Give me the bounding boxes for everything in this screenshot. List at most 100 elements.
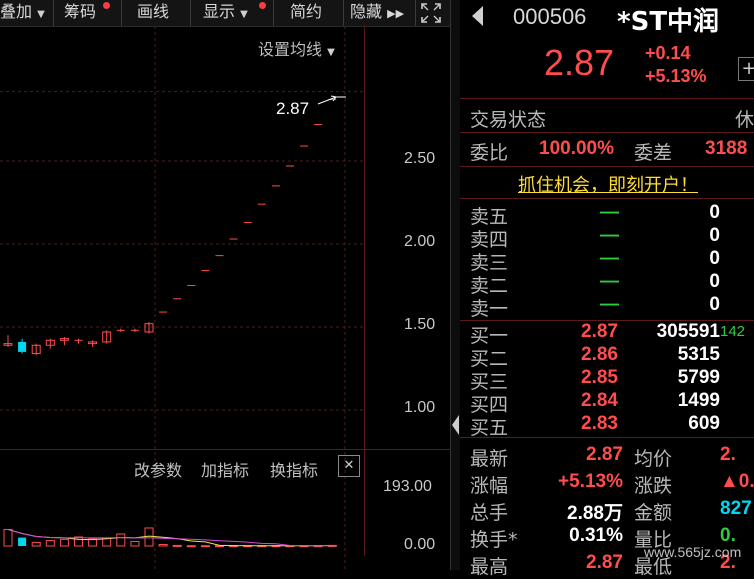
buy-order-row[interactable]: 买一 2.87 305591 142: [460, 321, 754, 347]
volume-bar: [74, 536, 83, 547]
current-price: 2.87: [544, 42, 615, 83]
prev-stock-icon[interactable]: [472, 6, 483, 26]
simple-mode-button[interactable]: 简约: [290, 0, 322, 26]
last-price-arrow-icon: [317, 95, 337, 105]
price-change-pct: +5.13%: [645, 66, 707, 86]
order-price: 2.83: [581, 413, 618, 434]
toolbar-divider: [53, 0, 54, 26]
toolbar-divider: [343, 0, 344, 26]
buy-order-row[interactable]: 买四 2.84 1499: [460, 390, 754, 416]
stat-value: 2.87: [586, 552, 623, 573]
volume-bar: [172, 544, 182, 547]
buy-order-row[interactable]: 买五 2.83 609: [460, 413, 754, 439]
display-label: 显示: [203, 2, 236, 21]
stat-label: 总手: [470, 502, 509, 524]
toolbar-divider: [121, 0, 122, 26]
stat-label: 换手*: [470, 529, 518, 551]
add-indicator-button[interactable]: 加指标: [201, 457, 249, 481]
volume-bar: [45, 540, 55, 547]
order-volume: 0: [709, 271, 720, 292]
trade-status-label: 交易状态: [470, 109, 547, 131]
candles: [3, 99, 337, 356]
volume-bar: [130, 540, 140, 547]
toolbar-divider: [273, 0, 274, 26]
sell-order-row[interactable]: 卖五 —0: [460, 202, 754, 228]
wei-cha-label: 委差: [634, 142, 673, 164]
stock-code: 000506: [513, 4, 587, 29]
order-price: —: [600, 248, 619, 269]
stat-label: 涨幅: [470, 475, 509, 497]
toolbar-divider: [415, 0, 416, 26]
order-level-label: 买五: [470, 417, 509, 439]
y-axis-divider: [364, 26, 365, 556]
hide-button[interactable]: 隐藏 ▶▶: [350, 0, 404, 26]
chart-toolbar: 叠加 ▼ 筹码 画线 显示 ▼ 简约 隐藏 ▶▶: [0, 0, 450, 27]
order-price: 2.86: [581, 344, 618, 365]
change-params-button[interactable]: 改参数: [134, 457, 182, 481]
close-subchart-icon[interactable]: ✕: [338, 455, 360, 477]
volume-bar: [200, 545, 210, 548]
order-price: 2.84: [581, 390, 618, 411]
sell-order-row[interactable]: 卖三 —0: [460, 248, 754, 274]
stat-label: 最高: [470, 556, 509, 578]
order-volume: 5315: [677, 344, 720, 365]
buy-order-row[interactable]: 买三 2.85 5799: [460, 367, 754, 393]
drawline-button[interactable]: 画线: [137, 0, 169, 26]
order-price: —: [600, 271, 619, 292]
y-tick-label: 2.00: [404, 233, 436, 250]
trade-status-value: 休: [735, 109, 754, 131]
stat-value: 827: [720, 498, 752, 519]
stat-row: 涨幅 +5.13% 涨跌 ▲0.: [460, 471, 754, 498]
display-menu[interactable]: 显示 ▼: [203, 0, 248, 26]
order-price: —: [600, 202, 619, 223]
divider: [460, 437, 754, 438]
order-volume: 0: [709, 225, 720, 246]
divider: [460, 132, 754, 133]
volume-bar: [186, 545, 196, 548]
notification-dot-icon: [103, 2, 110, 9]
order-price: —: [600, 294, 619, 315]
volume-bar: [116, 533, 126, 547]
y-tick-label: 2.50: [404, 150, 436, 167]
volume-ma-lines: [7, 528, 333, 547]
stat-value: 2.87: [586, 444, 623, 465]
sell-order-row[interactable]: 卖四 —0: [460, 225, 754, 251]
stat-value: 2.: [720, 444, 736, 465]
y-tick-label: 1.50: [404, 316, 436, 333]
buy-order-row[interactable]: 买二 2.86 5315: [460, 344, 754, 370]
stat-value: 0.31%: [569, 525, 623, 546]
order-level-label: 卖一: [470, 298, 509, 320]
watermark: www.565jz.com: [644, 544, 742, 560]
stat-label: 最新: [470, 448, 509, 470]
gridlines: [0, 26, 364, 570]
order-price: 2.87: [581, 321, 618, 342]
fullscreen-icon[interactable]: [419, 1, 443, 25]
chips-button[interactable]: 筹码: [64, 0, 96, 26]
stock-name: *ST中润: [617, 7, 720, 37]
divider: [460, 98, 754, 99]
volume-bar: [144, 527, 154, 547]
overlay-label: 叠加: [0, 2, 33, 21]
switch-indicator-button[interactable]: 换指标: [270, 457, 318, 481]
sell-order-row[interactable]: 卖一 — 0: [460, 294, 754, 320]
open-account-link[interactable]: 抓住机会，即刻开户！: [518, 171, 698, 197]
simple-label: 简约: [290, 2, 323, 21]
drawline-label: 画线: [137, 2, 170, 21]
volume-tick-label: 193.00: [383, 478, 432, 495]
sell-order-row[interactable]: 卖二 —0: [460, 271, 754, 297]
caret-down-icon: ▼: [240, 9, 248, 20]
quote-panel: 000506 *ST中润 2.87 +0.14 +5.13% + 交易状态 休 …: [460, 0, 754, 578]
double-chevron-right-icon: ▶▶: [387, 7, 405, 20]
toolbar-divider: [190, 0, 191, 26]
add-watchlist-icon[interactable]: +: [738, 57, 754, 81]
candle-body: [18, 341, 27, 352]
volume-bar: [158, 543, 168, 547]
subchart-divider: [0, 449, 451, 450]
stat-row: 总手 2.88万 金额 827: [460, 498, 754, 525]
stat-row: 最新 2.87 均价 2.: [460, 444, 754, 471]
order-volume: 0: [709, 294, 720, 315]
overlay-menu[interactable]: 叠加 ▼: [0, 0, 50, 26]
order-volume: 305591: [656, 321, 720, 342]
divider: [460, 166, 754, 167]
stat-value: 2.88万: [567, 503, 623, 524]
